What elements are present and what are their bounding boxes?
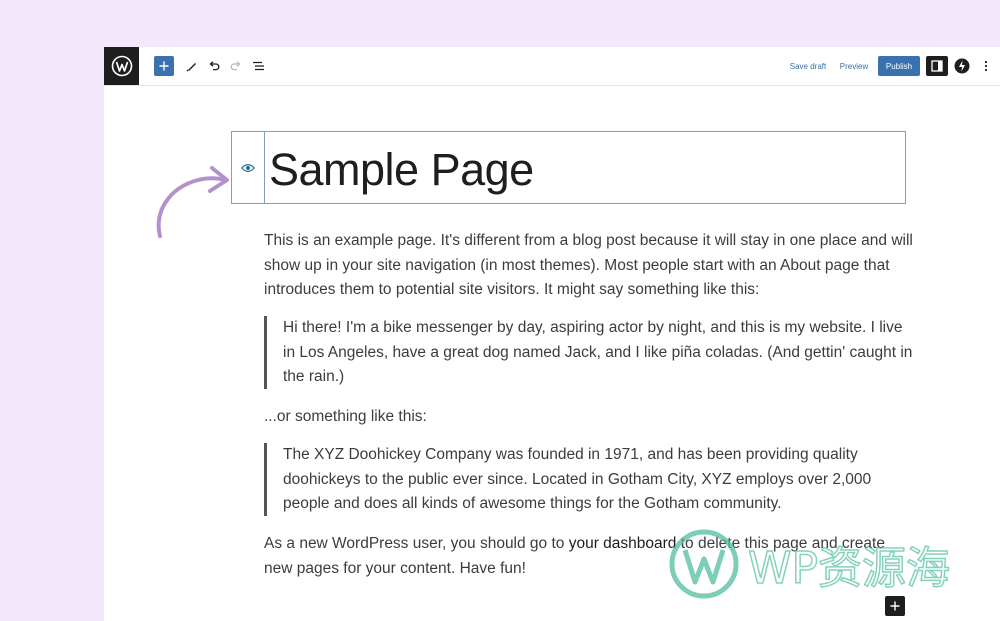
visibility-toggle[interactable] xyxy=(232,132,265,203)
closing-text-start: As a new WordPress user, you should go t… xyxy=(264,535,569,552)
list-view-icon xyxy=(252,61,264,71)
quote-block-2[interactable]: The XYZ Doohickey Company was founded in… xyxy=(264,443,914,516)
wordpress-logo-button[interactable] xyxy=(104,47,139,85)
quote-2-text: The XYZ Doohickey Company was founded in… xyxy=(283,446,872,512)
plus-icon xyxy=(890,601,900,611)
save-draft-button[interactable]: Save draft xyxy=(784,56,832,76)
plus-icon xyxy=(159,61,169,71)
jetpack-button[interactable] xyxy=(952,56,972,76)
document-overview-button[interactable] xyxy=(248,56,268,76)
editor-toolbar: Save draft Preview Publish xyxy=(104,47,1000,86)
wordpress-icon xyxy=(111,55,132,77)
wordpress-logo-watermark-icon xyxy=(669,529,739,598)
settings-button[interactable] xyxy=(926,56,948,76)
hand-drawn-arrow-icon xyxy=(156,166,229,238)
sidebar-toggle-icon xyxy=(931,60,943,72)
redo-icon xyxy=(230,61,241,71)
middle-paragraph[interactable]: ...or something like this: xyxy=(264,405,914,430)
undo-icon xyxy=(209,61,220,71)
quote-block-1[interactable]: Hi there! I'm a bike messenger by day, a… xyxy=(264,316,914,389)
quote-1-text: Hi there! I'm a bike messenger by day, a… xyxy=(283,319,913,385)
options-button[interactable] xyxy=(978,56,994,76)
page-title[interactable]: Sample Page xyxy=(269,144,534,196)
publish-button[interactable]: Publish xyxy=(878,56,920,76)
watermark: WP资源海 xyxy=(668,526,988,601)
undo-button[interactable] xyxy=(204,56,224,76)
preview-button[interactable]: Preview xyxy=(836,56,872,76)
tools-button[interactable] xyxy=(182,56,202,76)
redo-button[interactable] xyxy=(226,56,246,76)
title-block[interactable]: Sample Page xyxy=(231,131,906,204)
pencil-icon xyxy=(186,63,196,72)
watermark-text: WP资源海 xyxy=(747,542,951,595)
add-block-button[interactable] xyxy=(154,56,174,76)
more-vertical-icon xyxy=(984,60,988,72)
eye-icon xyxy=(241,163,255,172)
intro-paragraph[interactable]: This is an example page. It's different … xyxy=(264,229,914,303)
dashboard-link[interactable]: your dashboard xyxy=(569,535,677,552)
jetpack-icon xyxy=(954,58,970,74)
